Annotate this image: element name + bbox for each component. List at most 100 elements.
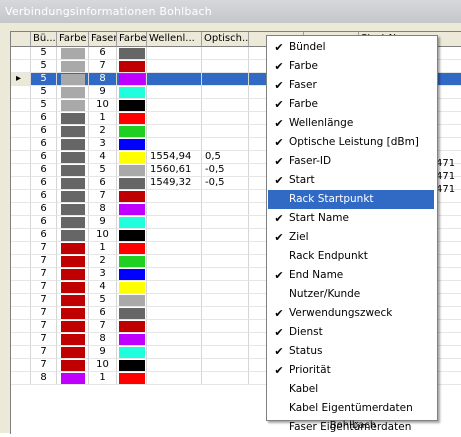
cell-optische-leistung	[202, 346, 249, 359]
row-header-cell[interactable]	[11, 177, 31, 190]
cell-faser: 9	[89, 346, 117, 359]
cell-faser: 10	[89, 229, 117, 242]
color-swatch	[61, 113, 85, 124]
color-swatch	[119, 230, 145, 241]
row-header-cell[interactable]	[11, 164, 31, 177]
menu-item[interactable]: ✔ Farbe	[268, 95, 434, 114]
cell-wellenlaenge	[147, 190, 202, 203]
cell-optische-leistung	[202, 138, 249, 151]
cell-faser: 5	[89, 294, 117, 307]
color-swatch	[61, 152, 85, 163]
cell-color-2	[117, 307, 147, 320]
menu-item[interactable]: ✔ Faser	[268, 76, 434, 95]
cell-color-1	[57, 164, 89, 177]
menu-item[interactable]: Rack Startpunkt	[268, 190, 434, 209]
row-header-cell[interactable]	[11, 307, 31, 320]
row-header-cell[interactable]	[11, 60, 31, 73]
color-swatch	[119, 243, 145, 254]
window-title: Verbindungsinformationen Bohlbach	[5, 5, 212, 18]
cell-buendel: 6	[31, 125, 57, 138]
row-header-cell[interactable]	[11, 372, 31, 385]
cell-optische-leistung: -0,5	[202, 164, 249, 177]
menu-item[interactable]: ✔ End Name	[268, 266, 434, 285]
color-swatch	[119, 126, 145, 137]
row-header-cell[interactable]	[11, 99, 31, 112]
table-cell-bohlbach: Bohlbach	[329, 420, 377, 431]
menu-item[interactable]: ✔ Faser-ID	[268, 152, 434, 171]
check-icon: ✔	[274, 326, 284, 339]
cell-optische-leistung	[202, 320, 249, 333]
menu-item[interactable]: Rack Endpunkt	[268, 247, 434, 266]
cell-wellenlaenge	[147, 99, 202, 112]
column-header-farbe-2[interactable]: Farbe	[117, 32, 147, 47]
row-header-cell[interactable]	[11, 294, 31, 307]
cell-color-2	[117, 268, 147, 281]
menu-item[interactable]: ✔ Status	[268, 342, 434, 361]
color-swatch	[119, 178, 145, 189]
row-header-cell[interactable]	[11, 112, 31, 125]
cell-buendel: 7	[31, 359, 57, 372]
cell-color-2	[117, 346, 147, 359]
row-header-corner[interactable]	[11, 32, 31, 47]
cell-optische-leistung	[202, 294, 249, 307]
row-header-cell[interactable]	[11, 255, 31, 268]
row-header-cell[interactable]	[11, 190, 31, 203]
row-header-cell[interactable]	[11, 47, 31, 60]
column-header-farbe-1[interactable]: Farbe	[57, 32, 89, 47]
row-header-cell[interactable]	[11, 281, 31, 294]
row-header-cell[interactable]	[11, 229, 31, 242]
menu-item[interactable]: ✔ Priorität	[268, 361, 434, 380]
menu-item[interactable]: ✔ Dienst	[268, 323, 434, 342]
menu-item[interactable]: ✔ Wellenlänge	[268, 114, 434, 133]
cell-color-1	[57, 229, 89, 242]
cell-buendel: 7	[31, 346, 57, 359]
clipped-value: 471	[436, 158, 456, 169]
cell-faser: 8	[89, 333, 117, 346]
menu-item[interactable]: ✔ Start	[268, 171, 434, 190]
color-swatch	[119, 373, 145, 384]
color-swatch	[119, 139, 145, 150]
row-header-cell[interactable]: ▸	[11, 73, 31, 86]
row-header-cell[interactable]	[11, 203, 31, 216]
column-header-buendel[interactable]: Bü...	[31, 32, 57, 47]
row-header-cell[interactable]	[11, 125, 31, 138]
menu-item-label: Priorität	[289, 364, 331, 376]
row-header-cell[interactable]	[11, 216, 31, 229]
row-header-cell[interactable]	[11, 151, 31, 164]
cell-buendel: 5	[31, 73, 57, 86]
column-header-wellenlaenge[interactable]: Wellenl...	[147, 32, 202, 47]
row-header-cell[interactable]	[11, 268, 31, 281]
row-header-cell[interactable]	[11, 320, 31, 333]
cell-optische-leistung	[202, 372, 249, 385]
row-header-cell[interactable]	[11, 333, 31, 346]
cell-buendel: 8	[31, 372, 57, 385]
menu-item[interactable]: ✔ Bündel	[268, 38, 434, 57]
menu-item[interactable]: Kabel	[268, 380, 434, 399]
menu-item[interactable]: Nutzer/Kunde	[268, 285, 434, 304]
cell-color-1	[57, 242, 89, 255]
color-swatch	[61, 126, 85, 137]
row-header-cell[interactable]	[11, 359, 31, 372]
cell-wellenlaenge	[147, 294, 202, 307]
cell-color-2	[117, 177, 147, 190]
menu-item[interactable]: ✔ Optische Leistung [dBm]	[268, 133, 434, 152]
cell-optische-leistung	[202, 125, 249, 138]
cell-color-1	[57, 216, 89, 229]
cell-color-1	[57, 307, 89, 320]
row-header-cell[interactable]	[11, 138, 31, 151]
menu-item[interactable]: ✔ Start Name	[268, 209, 434, 228]
menu-item[interactable]: ✔ Ziel	[268, 228, 434, 247]
menu-item[interactable]: Kabel Eigentümerdaten	[268, 399, 434, 418]
cell-faser: 1	[89, 372, 117, 385]
column-header-faser[interactable]: Faser	[89, 32, 117, 47]
menu-item-label: Verwendungszweck	[289, 307, 393, 319]
menu-item[interactable]: ✔ Verwendungszweck	[268, 304, 434, 323]
row-header-cell[interactable]	[11, 86, 31, 99]
cell-optische-leistung	[202, 255, 249, 268]
column-header-optische-leistung[interactable]: Optisch...	[202, 32, 249, 47]
cell-color-1	[57, 333, 89, 346]
row-header-cell[interactable]	[11, 242, 31, 255]
menu-item-label: End Name	[289, 269, 344, 281]
menu-item[interactable]: ✔ Farbe	[268, 57, 434, 76]
row-header-cell[interactable]	[11, 346, 31, 359]
